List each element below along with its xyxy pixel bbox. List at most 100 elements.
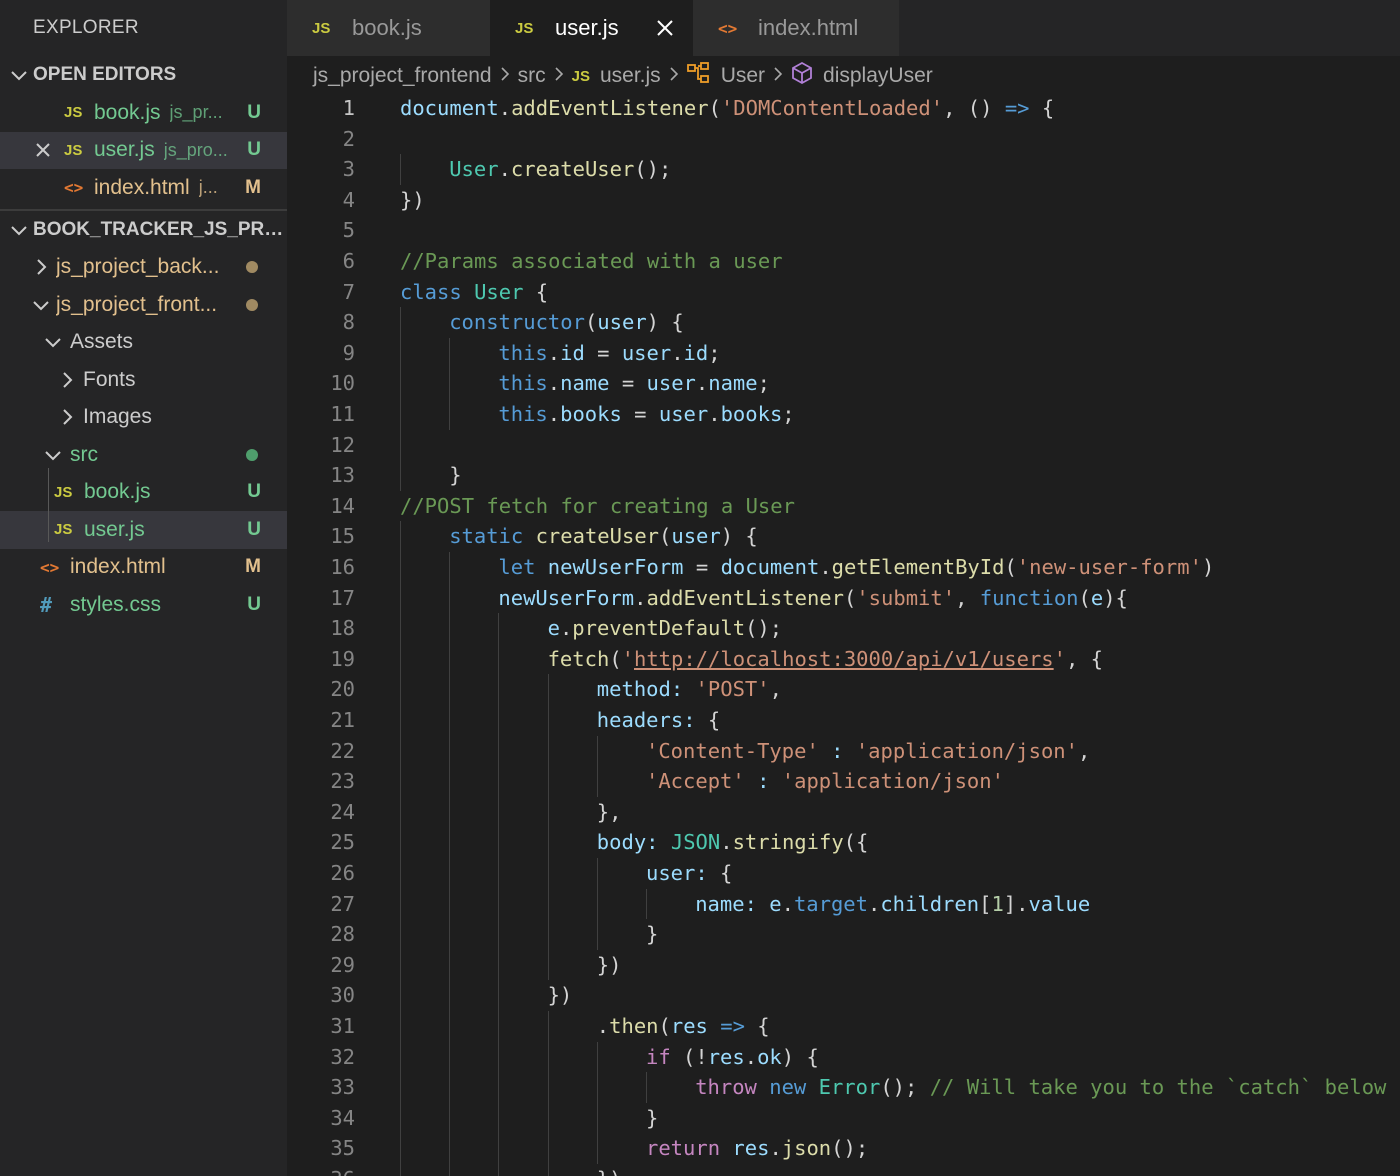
open-editor-item-user-js[interactable]: JS user.js js_pro... U — [0, 131, 287, 169]
code-line[interactable]: 14 //POST fetch for creating a User — [287, 491, 1400, 522]
code-line[interactable]: 1 document.addEventListener('DOMContentLo… — [287, 93, 1400, 124]
code-text: }) — [597, 950, 622, 981]
code-line[interactable]: 33 throw new Error(); // Will take you to… — [287, 1072, 1400, 1103]
code-line[interactable]: 5 — [287, 215, 1400, 246]
javascript-file-icon: JS — [64, 104, 83, 122]
code-token: target — [793, 891, 868, 916]
code-token: User — [474, 279, 524, 304]
close-icon[interactable] — [34, 141, 52, 165]
tree-item-backend-folder[interactable]: js_project_back... — [0, 249, 287, 287]
code-line[interactable]: 30}) — [287, 980, 1400, 1011]
close-icon[interactable] — [655, 18, 675, 44]
open-editor-item-index-html[interactable]: <> index.html j... M — [0, 169, 287, 207]
breadcrumb-method[interactable]: displayUser — [823, 64, 933, 88]
code-line[interactable]: 10 this.name = user.name; — [287, 368, 1400, 399]
code-line[interactable]: 11 this.books = user.books; — [287, 399, 1400, 430]
open-editor-item-book-js[interactable]: JS book.js js_pr... U — [0, 94, 287, 132]
code-editor[interactable]: 1 document.addEventListener('DOMContentLo… — [287, 93, 1400, 1176]
tree-item-user-js[interactable]: JS user.js U — [0, 511, 287, 549]
tree-item-book-js[interactable]: JS book.js U — [0, 474, 287, 512]
code-token: body — [596, 830, 647, 855]
project-folder-header[interactable]: BOOK_TRACKER_JS_PRO... — [0, 211, 287, 249]
code-line[interactable]: 32 if (!res.ok) { — [287, 1042, 1400, 1073]
code-line[interactable]: 31 .then(res => { — [287, 1011, 1400, 1042]
code-line[interactable]: 6 //Params associated with a user — [287, 246, 1400, 277]
code-line[interactable]: 24}, — [287, 797, 1400, 828]
code-line[interactable]: 25 body: JSON.stringify({ — [287, 827, 1400, 858]
code-text: //POST fetch for creating a User — [400, 491, 795, 522]
code-text: this.id = user.id; — [498, 338, 720, 369]
code-line[interactable]: 17 newUserForm.addEventListener('submit',… — [287, 583, 1400, 614]
code-line[interactable]: 4}) — [287, 185, 1400, 216]
tree-item-styles-css[interactable]: # styles.css U — [0, 586, 287, 624]
code-line[interactable]: 35 return res.json(); — [287, 1133, 1400, 1164]
tree-item-assets-folder[interactable]: Assets — [0, 324, 287, 362]
code-text: //Params associated with a user — [400, 246, 783, 277]
code-text: }) — [400, 185, 425, 216]
code-line[interactable]: 3 User.createUser(); — [287, 154, 1400, 185]
code-line[interactable]: 22 'Content-Type' : 'application/json', — [287, 736, 1400, 767]
code-line[interactable]: 28} — [287, 919, 1400, 950]
code-token: this — [498, 371, 548, 396]
code-line[interactable]: 36}) — [287, 1164, 1400, 1176]
code-token: Error — [818, 1075, 881, 1100]
code-token: }) — [597, 1167, 622, 1176]
breadcrumb-subfolder[interactable]: src — [518, 64, 546, 88]
code-text: this.books = user.books; — [498, 399, 794, 430]
folder-name: src — [70, 442, 98, 466]
code-token: headers — [596, 708, 684, 732]
code-line[interactable]: 19 fetch('http://localhost:3000/api/v1/us… — [287, 644, 1400, 675]
code-token: return — [646, 1136, 721, 1161]
code-text: }) — [597, 1164, 622, 1176]
code-line[interactable]: 18 e.preventDefault(); — [287, 613, 1400, 644]
breadcrumb-file[interactable]: user.js — [600, 64, 661, 88]
line-number: 7 — [342, 279, 355, 304]
code-token[interactable]: http://localhost:3000/api/v1/users — [634, 647, 1054, 671]
css-file-icon: # — [40, 592, 53, 617]
code-line[interactable]: 9 this.id = user.id; — [287, 338, 1400, 369]
code-line[interactable]: 27 name: e.target.children[1].value — [287, 889, 1400, 920]
tab-user-js[interactable]: JS user.js — [490, 0, 693, 56]
code-token: preventDefault — [572, 616, 746, 641]
open-editors-header[interactable]: OPEN EDITORS — [0, 56, 287, 94]
html-file-icon: <> — [40, 557, 60, 577]
code-line[interactable]: 16 let newUserForm = document.getElementB… — [287, 552, 1400, 583]
code-line[interactable]: 34} — [287, 1103, 1400, 1134]
tab-index-html[interactable]: <> index.html — [693, 0, 899, 56]
tree-item-index-html[interactable]: <> index.html M — [0, 549, 287, 587]
breadcrumb-folder[interactable]: js_project_frontend — [313, 64, 492, 88]
line-number: 16 — [330, 555, 355, 579]
breadcrumb-class[interactable]: User — [721, 64, 765, 88]
code-token: . — [781, 891, 794, 916]
code-line[interactable]: 21 headers: { — [287, 705, 1400, 736]
code-token: . — [744, 1044, 758, 1069]
code-line[interactable]: 7 class User { — [287, 277, 1400, 308]
line-number: 30 — [330, 983, 355, 1008]
code-line[interactable]: 29}) — [287, 950, 1400, 981]
code-line[interactable]: 15 static createUser(user) { — [287, 521, 1400, 552]
code-line[interactable]: 13} — [287, 460, 1400, 491]
tree-item-frontend-folder[interactable]: js_project_front... — [0, 286, 287, 324]
code-line[interactable]: 8 constructor(user) { — [287, 307, 1400, 338]
javascript-file-icon: JS — [571, 67, 590, 85]
line-number: 3 — [342, 157, 355, 182]
code-token: 'application/json' — [781, 769, 1004, 794]
chevron-right-icon — [56, 369, 78, 391]
tree-item-images-folder[interactable]: Images — [0, 399, 287, 437]
open-editor-path: js_pr... — [169, 102, 223, 123]
line-number: 31 — [330, 1014, 355, 1038]
code-line[interactable]: 20 method: 'POST', — [287, 674, 1400, 705]
tree-item-fonts-folder[interactable]: Fonts — [0, 361, 287, 399]
code-line[interactable]: 23 'Accept' : 'application/json' — [287, 766, 1400, 797]
code-line[interactable]: 2 — [287, 124, 1400, 155]
code-token: ; — [782, 402, 795, 426]
line-number: 29 — [330, 952, 355, 977]
code-line[interactable]: 12 — [287, 430, 1400, 461]
tab-book-js[interactable]: JS book.js — [287, 0, 490, 56]
code-line[interactable]: 26 user: { — [287, 858, 1400, 889]
code-token: name — [560, 371, 610, 396]
folder-name: js_project_front... — [56, 292, 218, 316]
editor-tab-bar: JS book.js JS user.js <> index.html — [287, 0, 1400, 56]
code-token: (); — [831, 1136, 869, 1161]
tree-item-src-folder[interactable]: src — [0, 436, 287, 474]
